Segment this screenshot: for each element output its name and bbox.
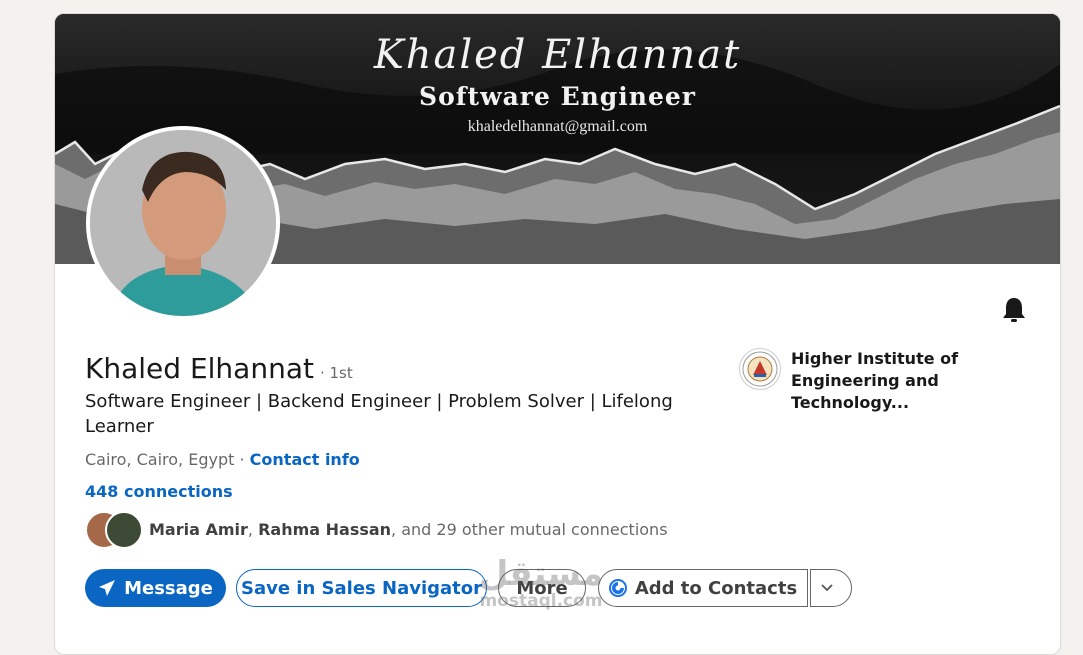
institute-logo-icon <box>739 348 781 390</box>
add-to-contacts-label: Add to Contacts <box>634 577 798 599</box>
profile-name-row: Khaled Elhannat · 1st <box>85 352 353 385</box>
location-row: Cairo, Cairo, Egypt · Contact info <box>85 450 360 469</box>
profile-name: Khaled Elhannat <box>85 352 314 385</box>
avatar-photo <box>90 130 276 316</box>
sales-navigator-label: Save in Sales Navigator <box>240 577 483 599</box>
more-button[interactable]: More <box>498 569 586 607</box>
contact-info-link[interactable]: Contact info <box>250 450 360 469</box>
banner-name: Khaled Elhannat <box>373 32 742 78</box>
profile-headline: Software Engineer | Backend Engineer | P… <box>85 391 673 437</box>
add-to-contacts-button[interactable]: Add to Contacts <box>598 569 808 607</box>
mutual-connections-text: Maria Amir, Rahma Hassan, and 29 other m… <box>149 520 668 539</box>
google-contacts-icon <box>608 579 627 597</box>
connections-link[interactable]: 448 connections <box>85 482 233 501</box>
education-entry[interactable]: Higher Institute of Engineering and Tech… <box>739 348 1041 414</box>
profile-avatar[interactable] <box>86 126 280 320</box>
message-button-label: Message <box>124 577 213 599</box>
mutual-name-2: Rahma Hassan <box>258 519 392 539</box>
profile-card: Khaled Elhannat Software Engineer khaled… <box>54 13 1061 655</box>
notify-bell-icon[interactable] <box>1001 296 1027 324</box>
connection-degree: · 1st <box>319 364 353 382</box>
message-button[interactable]: Message <box>85 569 226 607</box>
institute-name: Higher Institute of Engineering and Tech… <box>791 349 959 412</box>
mutual-rest: , and 29 other mutual connections <box>391 519 668 539</box>
banner-role: Software Engineer <box>419 82 696 111</box>
save-sales-navigator-button[interactable]: Save in Sales Navigator <box>236 569 487 607</box>
mutual-name-1: Maria Amir <box>149 519 248 539</box>
more-button-label: More <box>516 577 568 599</box>
add-contacts-dropdown[interactable] <box>810 569 852 607</box>
mutual-connections[interactable]: Maria Amir, Rahma Hassan, and 29 other m… <box>85 511 668 549</box>
profile-location: Cairo, Cairo, Egypt <box>85 450 235 469</box>
mutual-avatars <box>85 511 143 549</box>
avatar <box>105 511 143 549</box>
chevron-down-icon <box>821 584 833 592</box>
mutual-separator: , <box>247 519 253 539</box>
location-separator: · <box>239 450 245 469</box>
send-icon <box>99 580 116 596</box>
